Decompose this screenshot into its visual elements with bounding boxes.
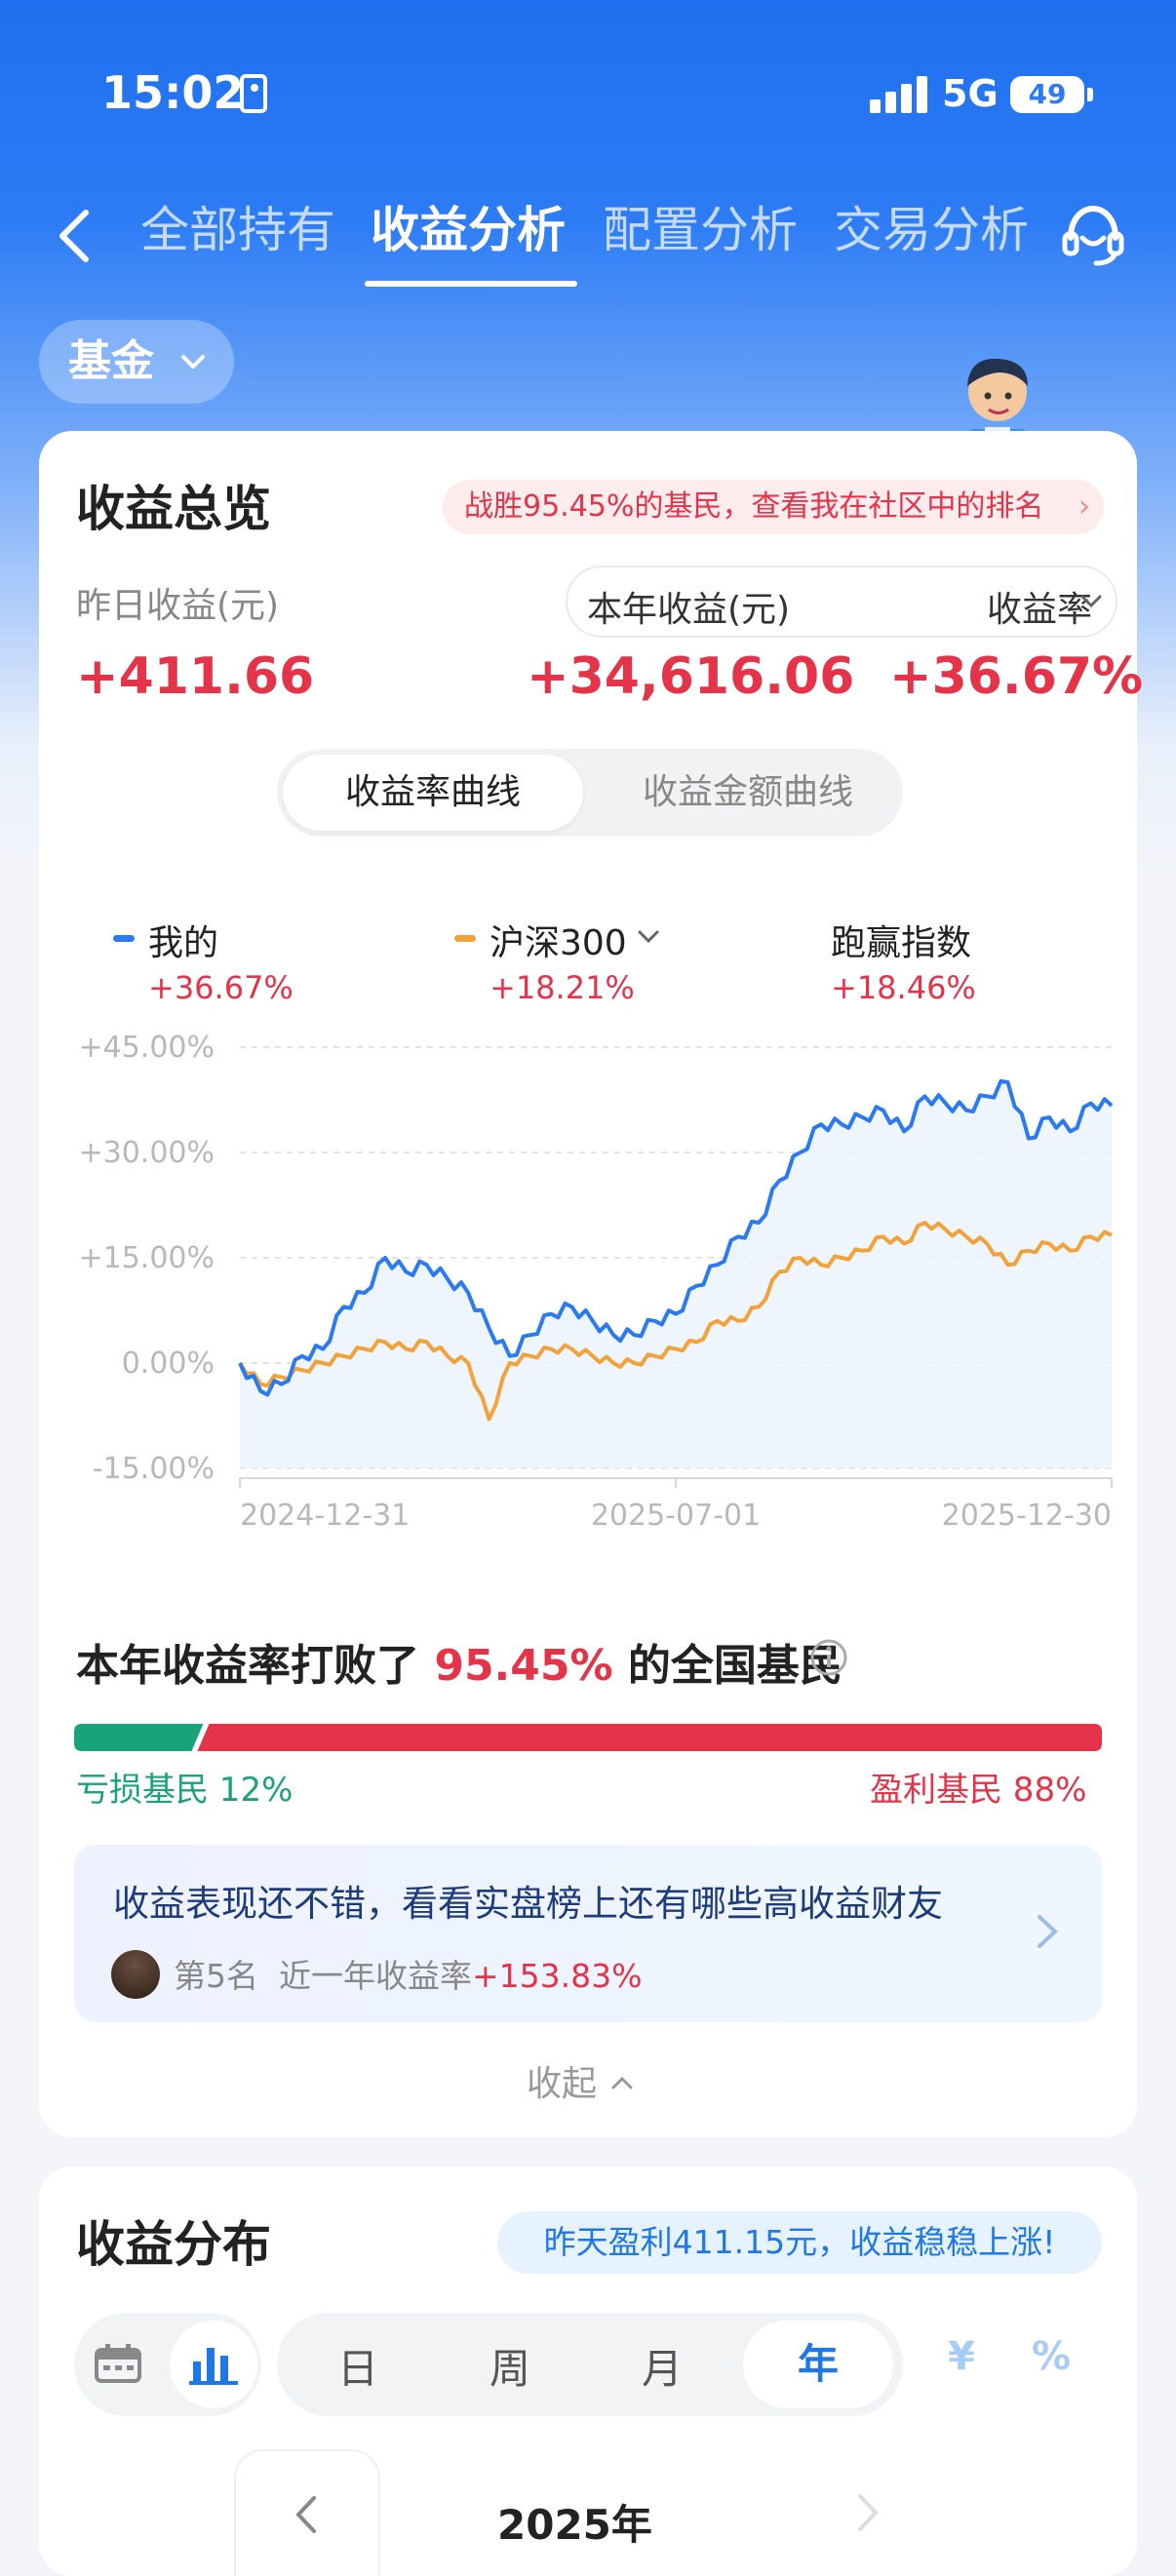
tab-profit-analysis[interactable]: 收益分析: [371, 191, 566, 261]
yesterday-label: 昨日收益(元): [76, 586, 280, 626]
status-time: 15:02: [101, 66, 245, 119]
profit-distribution-card: 收益分布 昨天盈利411.15元，收益稳稳上涨! 日 周 月 年 ¥ % 202…: [39, 2166, 1137, 2576]
yesterday-value: +411.66: [76, 647, 315, 706]
current-year: 2025年: [497, 2501, 652, 2549]
signal-icon: [870, 74, 928, 113]
y-tick-label: -15.00%: [93, 1452, 215, 1486]
collapse-button[interactable]: 收起: [527, 2055, 637, 2106]
profit-overview-card: 收益总览 战胜95.45%的基民，查看我在社区中的排名 › 昨日收益(元) 本年…: [39, 431, 1143, 2137]
beat-prefix: 本年收益率打败了: [76, 1641, 419, 1691]
year-navigator: 2025年: [234, 2449, 975, 2576]
legend-hs300-value: +18.21%: [490, 969, 635, 1006]
legend-mine-name: 我的: [148, 923, 219, 963]
info-icon[interactable]: [809, 1638, 848, 1677]
overview-title: 收益总览: [76, 481, 271, 537]
top-nav: 全部持有 收益分析 配置分析 交易分析: [0, 185, 1176, 293]
chevron-left-icon: [295, 2496, 316, 2533]
rate-value: +36.67%: [889, 647, 1144, 706]
area-fill: [240, 1082, 1112, 1468]
profit-loss-split-bar: [74, 1724, 1102, 1751]
distribution-title: 收益分布: [76, 2216, 271, 2273]
beat-percent: 95.45%: [434, 1641, 613, 1691]
tab-rate-curve[interactable]: 收益率曲线: [283, 755, 583, 831]
x-tick-label: 2025-12-30: [942, 1499, 1112, 1533]
promo-sub: 近一年收益率: [278, 1957, 472, 1995]
calendar-icon[interactable]: [94, 2342, 142, 2385]
status-bar: 15:02 5G 49: [0, 0, 1176, 185]
promo-subline: 第5名 近一年收益率+153.83%: [174, 1950, 642, 1997]
bar-chart-icon: [189, 2348, 238, 2385]
unit-percent[interactable]: %: [1032, 2334, 1071, 2379]
period-switch: 日 周 月 年: [277, 2313, 903, 2416]
fund-filter[interactable]: 基金: [39, 320, 234, 404]
distribution-banner: 昨天盈利411.15元，收益稳稳上涨!: [497, 2211, 1102, 2274]
period-week[interactable]: 周: [490, 2336, 530, 2396]
x-tick-label: 2025-07-01: [591, 1499, 761, 1533]
tab-amount-curve[interactable]: 收益金额曲线: [599, 755, 897, 831]
legend-hs300-name[interactable]: 沪深300: [490, 915, 627, 965]
promo-rate: +153.83%: [471, 1957, 643, 1995]
rank-banner-text: 战胜95.45%的基民，查看我在社区中的排名: [464, 489, 1044, 524]
chevron-down-icon: [1080, 595, 1102, 608]
period-year[interactable]: 年: [743, 2321, 893, 2408]
promo-rank: 第5名: [174, 1957, 258, 1995]
back-icon[interactable]: [47, 207, 105, 265]
legend-mine-value: +36.67%: [148, 969, 294, 1006]
avatar: [111, 1950, 160, 1999]
chevron-down-icon: [181, 355, 205, 369]
view-toggle: [74, 2313, 261, 2416]
legend-excess-value: +18.46%: [831, 969, 976, 1006]
gain-segment: [197, 1724, 1102, 1751]
tab-all-holdings[interactable]: 全部持有: [140, 191, 335, 261]
y-tick-label: +30.00%: [78, 1136, 215, 1170]
bar-chart-button[interactable]: [170, 2321, 257, 2408]
profit-rate-chart: +45.00% +30.00% +15.00% 0.00% -15.00% 2024-12…: [78, 1031, 1114, 1533]
tab-trade-analysis[interactable]: 交易分析: [834, 191, 1029, 261]
legend-excess-name: 跑赢指数: [831, 923, 972, 963]
period-day[interactable]: 日: [337, 2336, 378, 2396]
customer-service-icon[interactable]: [1057, 199, 1129, 271]
leaderboard-promo[interactable]: 收益表现还不错，看看实盘榜上还有哪些高收益财友 第5名 近一年收益率+153.8…: [74, 1845, 1102, 2022]
y-tick-label: 0.00%: [122, 1347, 215, 1381]
gain-label: 盈利基民 88%: [870, 1771, 1087, 1810]
battery-icon: 49: [1010, 76, 1093, 113]
collapse-label: 收起: [527, 2064, 598, 2104]
chevron-up-icon: [611, 2076, 633, 2089]
year-profit-label: 本年收益(元): [587, 590, 791, 630]
network-label: 5G: [942, 72, 999, 115]
period-month[interactable]: 月: [642, 2336, 683, 2396]
y-tick-label: +45.00%: [78, 1031, 215, 1065]
chevron-right-icon: [1038, 1915, 1058, 1948]
x-tick-label: 2024-12-31: [240, 1499, 410, 1533]
sim-icon: [240, 74, 267, 113]
loss-label: 亏损基民 12%: [76, 1771, 294, 1810]
series-hs300-swatch: [454, 935, 476, 942]
active-tab-indicator: [365, 281, 577, 287]
rank-banner[interactable]: 战胜95.45%的基民，查看我在社区中的排名 ›: [443, 480, 1104, 534]
tab-allocation-analysis[interactable]: 配置分析: [603, 191, 798, 261]
chevron-right-icon: ›: [1078, 489, 1090, 524]
series-mine-swatch: [113, 935, 135, 942]
loss-segment: [74, 1724, 204, 1751]
fund-filter-label: 基金: [68, 336, 154, 386]
unit-amount[interactable]: ¥: [948, 2334, 975, 2379]
beat-summary: 本年收益率打败了 95.45% 的全国基民: [76, 1630, 843, 1693]
chevron-down-icon[interactable]: [634, 922, 663, 952]
prev-year-button[interactable]: [234, 2449, 380, 2576]
promo-title: 收益表现还不错，看看实盘榜上还有哪些高收益财友: [113, 1883, 943, 1925]
curve-type-switch: 收益率曲线 收益金额曲线: [277, 749, 903, 837]
year-profit-value: +34,616.06: [527, 647, 855, 706]
y-tick-label: +15.00%: [78, 1241, 215, 1275]
metric-selector[interactable]: 本年收益(元) 收益率: [566, 566, 1117, 638]
chevron-right-icon[interactable]: [848, 2488, 887, 2537]
